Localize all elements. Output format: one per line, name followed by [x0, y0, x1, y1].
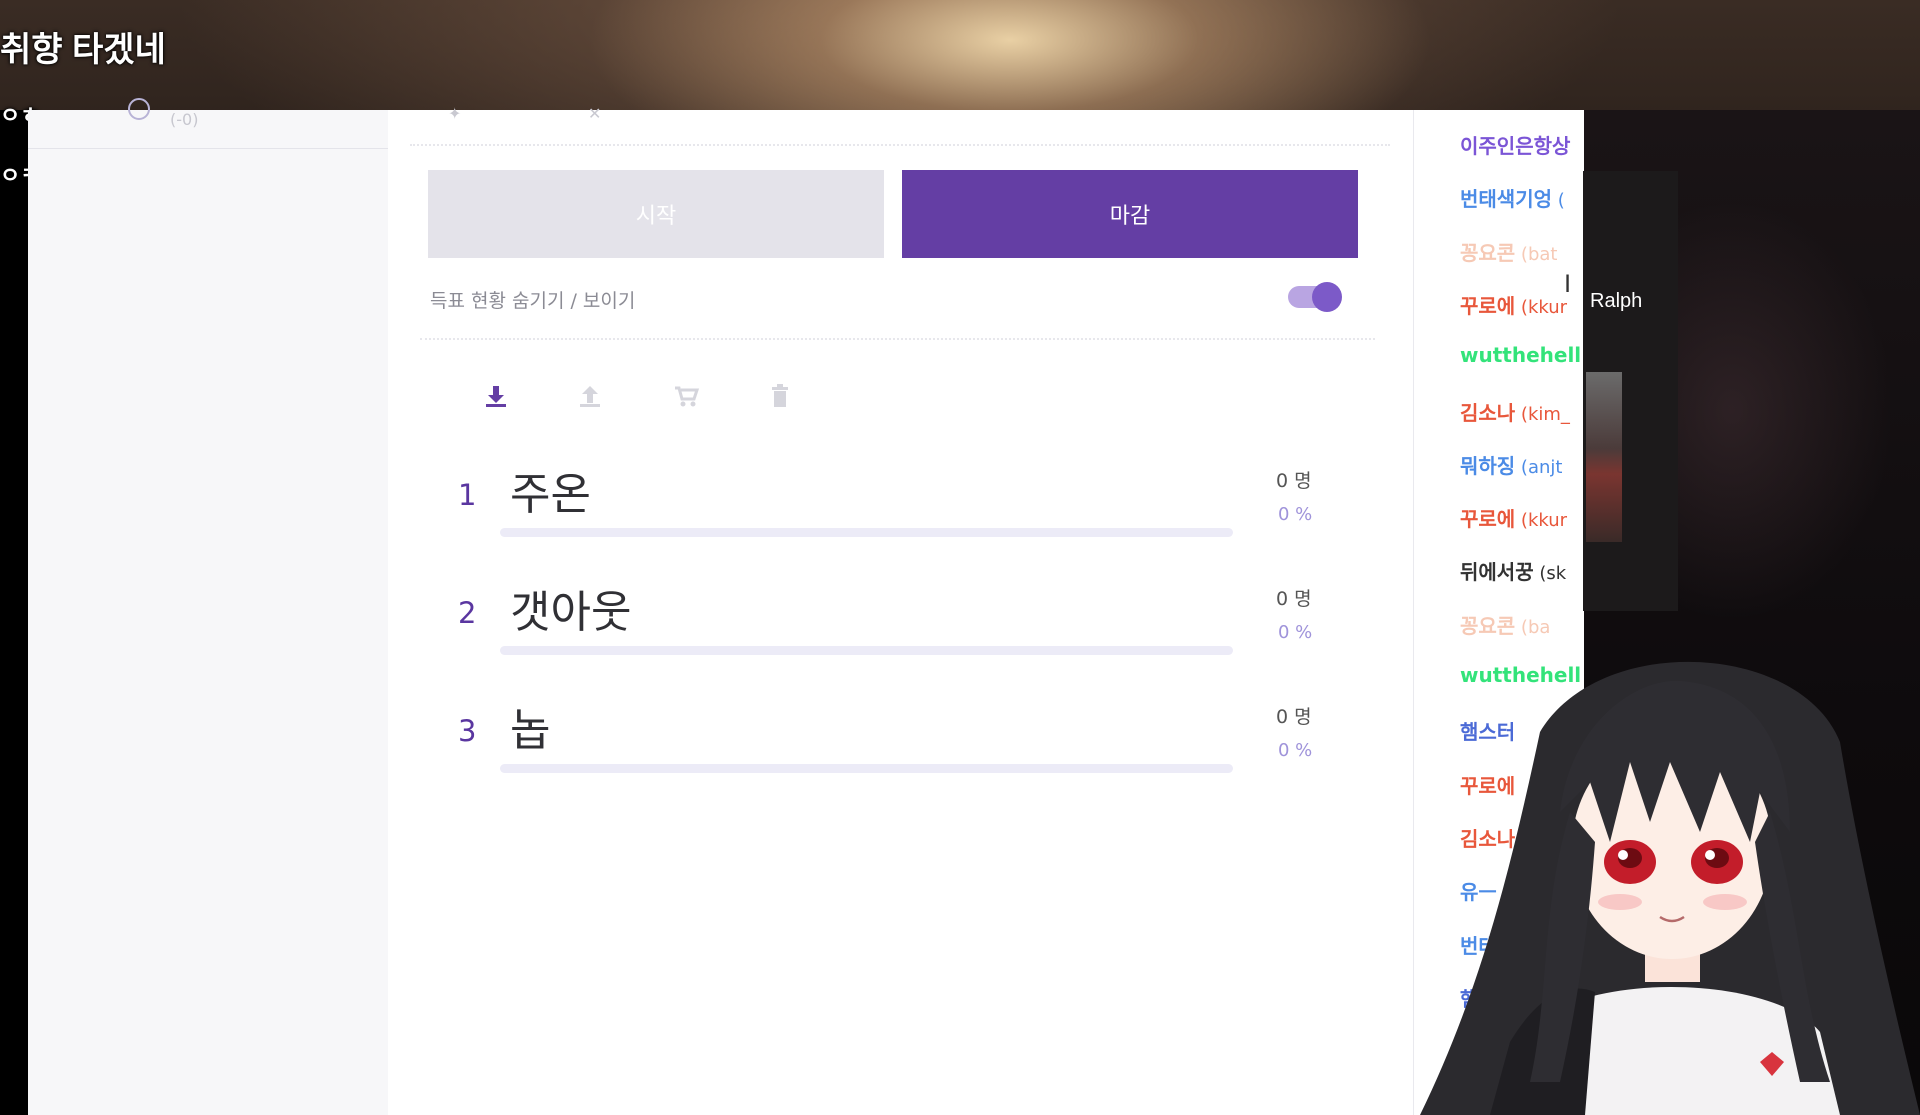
divider	[420, 338, 1375, 340]
chat-message: 꾸로에 (kkur	[1460, 290, 1567, 319]
upload-icon[interactable]	[576, 382, 604, 410]
trash-icon[interactable]	[766, 382, 794, 410]
chat-message: 김소나 (kim_	[1460, 397, 1570, 426]
vote-visibility-toggle[interactable]	[1288, 282, 1342, 312]
option-text: 놉	[510, 705, 551, 756]
vote-visibility-label: 득표 현황 숨기기 / 보이기	[430, 290, 636, 312]
option-progress-bar	[500, 646, 1233, 655]
thumbnail-image	[1586, 372, 1622, 542]
divider	[410, 144, 1390, 146]
vtuber-avatar	[1420, 661, 1920, 1115]
chat-user-id: (bat	[1515, 243, 1558, 265]
option-text: 갯아웃	[510, 587, 632, 638]
option-number: 2	[458, 596, 477, 630]
floating-name-label: Ralph	[1590, 290, 1643, 312]
poll-option: 2 갯아웃 0 명 0 %	[388, 576, 1413, 686]
chat-message: 꽁요콘 (bat	[1460, 237, 1557, 266]
chat-username[interactable]: 꽁요콘	[1460, 241, 1515, 265]
sidebar-row[interactable]: (-0)	[28, 98, 388, 149]
chat-message: 번태색기엉 (	[1460, 183, 1565, 212]
option-progress-bar	[500, 764, 1233, 773]
close-poll-button[interactable]: 마감	[902, 170, 1358, 258]
option-vote-count: 0 명	[1276, 706, 1312, 728]
option-vote-count: 0 명	[1276, 588, 1312, 610]
chat-message: 뒤에서꿍 (sk	[1460, 556, 1566, 585]
sidebar: (-0)	[28, 98, 389, 1115]
chat-message: 이주인은항상	[1460, 130, 1570, 159]
chat-user-id: (kim_	[1515, 403, 1570, 425]
option-text: 주온	[510, 469, 591, 520]
chat-message: 꾸로에 (kkur	[1460, 503, 1567, 532]
chat-user-id: (kkur	[1515, 510, 1568, 532]
toggle-knob[interactable]	[1312, 282, 1342, 312]
poll-panel: ✦ ✕ 시작 마감 득표 현황 숨기기 / 보이기 1 주온 0 명 0 % 2…	[388, 104, 1413, 1115]
close-icon: ✕	[588, 104, 602, 123]
chat-message: wutthehell	[1460, 343, 1581, 367]
poll-option: 3 놉 0 명 0 %	[388, 694, 1413, 804]
download-icon[interactable]	[482, 382, 510, 410]
option-number: 3	[458, 714, 477, 748]
sidebar-row-value: (-0)	[170, 110, 199, 129]
chat-user-id: (kkur	[1515, 296, 1568, 318]
start-button[interactable]: 시작	[428, 170, 884, 258]
poll-option: 1 주온 0 명 0 %	[388, 458, 1413, 568]
option-vote-count: 0 명	[1276, 470, 1312, 492]
chat-user-id: (sk	[1533, 563, 1567, 585]
chat-username[interactable]: 꾸로에	[1460, 507, 1515, 531]
chat-username[interactable]: 꾸로에	[1460, 294, 1515, 318]
left-black-strip	[0, 110, 28, 1115]
option-vote-percent: 0 %	[1278, 622, 1313, 643]
chat-username[interactable]: wutthehell	[1460, 343, 1581, 367]
option-progress-bar	[500, 528, 1233, 537]
stream-caption-line-1: 취향 타겠네	[0, 31, 166, 69]
chat-user-id: (anjt	[1515, 456, 1563, 478]
chat-user-id: (	[1552, 190, 1565, 212]
chat-message: 뭐하징 (anjt	[1460, 450, 1562, 479]
text-cursor-icon: I	[1564, 270, 1572, 298]
chat-username[interactable]: 뒤에서꿍	[1460, 560, 1534, 584]
option-vote-percent: 0 %	[1278, 504, 1313, 525]
circle-icon	[128, 98, 150, 120]
star-icon: ✦	[448, 104, 462, 123]
cart-icon[interactable]	[672, 382, 700, 410]
chat-username[interactable]: 번태색기엉	[1460, 187, 1552, 211]
chat-username[interactable]: 김소나	[1460, 401, 1515, 425]
chat-username[interactable]: 뭐하징	[1460, 454, 1515, 478]
option-number: 1	[458, 478, 477, 512]
chat-username[interactable]: 이주인은항상	[1460, 134, 1570, 158]
option-vote-percent: 0 %	[1278, 740, 1313, 761]
